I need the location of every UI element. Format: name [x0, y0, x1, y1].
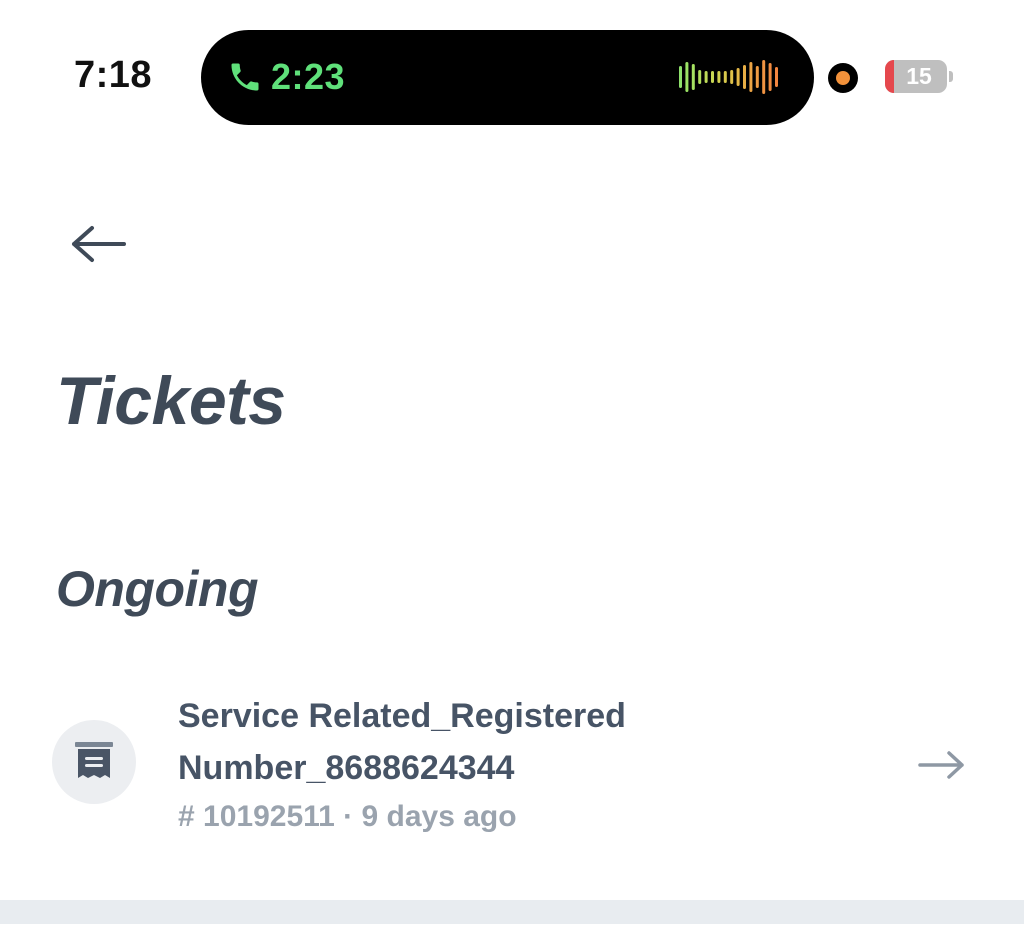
waveform-bar: [775, 67, 778, 87]
battery-icon: 15: [885, 60, 947, 93]
waveform-bar: [768, 63, 772, 91]
section-title-ongoing: Ongoing: [56, 561, 259, 617]
call-timer: 2:23: [271, 56, 346, 97]
back-button[interactable]: [64, 220, 132, 268]
arrow-left-icon: [72, 226, 126, 262]
waveform-bar: [717, 71, 721, 83]
ticket-title: Service Related_Registered Number_868862…: [178, 697, 626, 787]
ticket-meta: # 10192511 · 9 days ago: [178, 800, 517, 833]
dynamic-island-call[interactable]: 2:23: [201, 30, 814, 125]
ticket-icon-container: [52, 720, 136, 804]
waveform-bar: [743, 65, 746, 89]
waveform-bar: [698, 70, 702, 84]
phone-icon: [231, 63, 259, 91]
ticket-list-item[interactable]: Service Related_Registered Number_868862…: [0, 676, 1024, 866]
battery-level: 15: [906, 63, 932, 89]
audio-waveform-icon: [679, 60, 778, 94]
waveform-bar: [704, 71, 708, 83]
waveform-bar: [755, 66, 759, 88]
arrow-right-icon: [918, 751, 964, 779]
status-bar: 7:18 2:23 15: [0, 0, 1024, 140]
waveform-bar: [730, 70, 734, 84]
ticket-receipt-icon: [75, 742, 113, 778]
waveform-bar: [679, 66, 682, 88]
waveform-bar: [762, 60, 766, 94]
recording-indicator-icon: [828, 63, 858, 93]
battery-cap: [949, 71, 953, 82]
waveform-bar: [685, 62, 689, 92]
waveform-bar: [723, 71, 727, 83]
waveform-bar: [691, 64, 695, 90]
waveform-bar: [749, 62, 753, 92]
status-time: 7:18: [74, 54, 153, 96]
waveform-bar: [711, 71, 714, 83]
waveform-bar: [736, 68, 740, 86]
page-title: Tickets: [56, 363, 286, 439]
section-divider: [0, 900, 1024, 924]
